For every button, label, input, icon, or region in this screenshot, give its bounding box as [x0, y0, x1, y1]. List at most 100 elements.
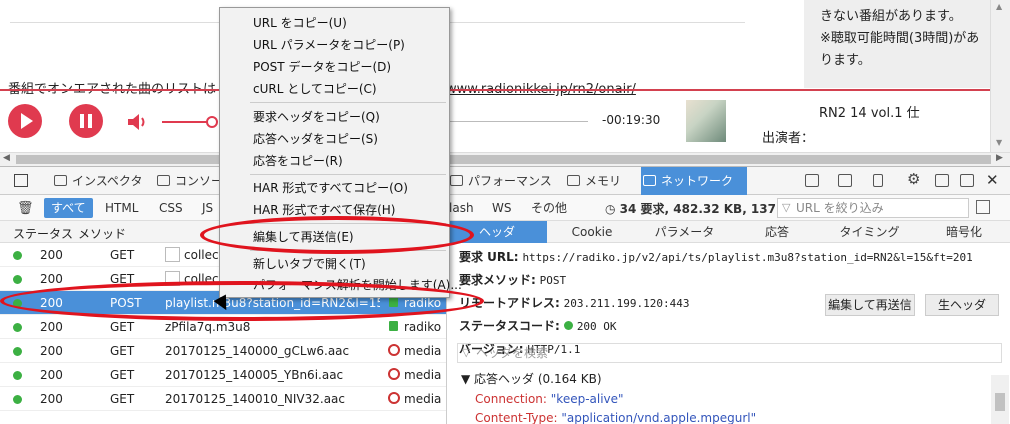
remaining-time: -00:19:30	[602, 113, 661, 127]
context-menu: URL をコピー(U) URL パラメータをコピー(P) POST データをコピ…	[219, 7, 462, 298]
table-row[interactable]: 200 GET 20170125_140005_YBn6i.aac media	[0, 363, 446, 387]
menu-copy-request-headers[interactable]: 要求ヘッダをコピー(Q)	[220, 106, 449, 128]
details-scrollbar[interactable]	[991, 375, 1009, 424]
status-ok-icon	[13, 251, 22, 260]
gear-icon[interactable]: ⚙	[907, 170, 920, 188]
responsive-design-icon[interactable]	[873, 174, 883, 187]
toggle-panel-icon[interactable]	[976, 200, 990, 214]
tab-label: パフォーマンス	[468, 174, 552, 188]
menu-copy-all-har[interactable]: HAR 形式ですべてコピー(O)	[220, 177, 449, 199]
tab-label: インスペクタ	[72, 174, 143, 188]
menu-separator	[250, 102, 446, 103]
filter-js[interactable]: JS	[195, 198, 220, 218]
play-button[interactable]	[8, 104, 42, 138]
tab-performance[interactable]: パフォーマンス	[448, 167, 552, 195]
annotation-oval-selected-row	[0, 281, 484, 321]
split-console-icon[interactable]	[838, 174, 852, 187]
scroll-left-icon[interactable]: ◀	[3, 153, 10, 163]
scroll-up-icon[interactable]: ▲	[996, 2, 1002, 11]
status-code-line: ステータスコード: 200 OK	[459, 317, 617, 334]
element-picker-icon[interactable]	[14, 174, 28, 187]
tab-response[interactable]: 応答	[732, 221, 822, 243]
insecure-icon	[388, 368, 400, 380]
url-filter-input[interactable]: ▽ URL を絞り込み	[777, 198, 969, 218]
request-url-label: 要求 URL:	[459, 250, 519, 264]
pause-button[interactable]	[69, 104, 103, 138]
menu-copy-response[interactable]: 応答をコピー(R)	[220, 150, 449, 172]
filter-all[interactable]: すべて	[44, 198, 93, 218]
row-method: GET	[110, 368, 135, 382]
menu-copy-as-curl[interactable]: cURL としてコピー(C)	[220, 78, 449, 100]
header-search-input[interactable]: ▽ ヘッダを検索	[457, 343, 1002, 363]
devtools-toolbar: インスペクタ コンソール パフォーマンス メモリ ネットワーク ⚙ ✕	[0, 167, 1010, 195]
response-headers-toggle[interactable]: ▼ 応答ヘッダ (0.164 KB)	[461, 370, 602, 387]
annotation-oval-resend	[200, 216, 474, 254]
page-horizontal-scrollbar[interactable]: ◀ ▶	[0, 152, 1010, 166]
separate-window-icon[interactable]	[960, 174, 974, 187]
scroll-down-icon[interactable]: ▼	[996, 138, 1002, 147]
close-icon[interactable]: ✕	[986, 171, 999, 189]
tab-network[interactable]: ネットワーク	[641, 167, 748, 195]
filter-other[interactable]: その他	[524, 198, 574, 218]
status-ok-icon	[13, 371, 22, 380]
chevron-down-icon: ▼	[461, 372, 475, 386]
request-method-label: 要求メソッド:	[459, 273, 536, 287]
menu-copy-url-params[interactable]: URL パラメータをコピー(P)	[220, 34, 449, 56]
insecure-icon	[388, 392, 400, 404]
trash-icon[interactable]: 🗑	[17, 201, 34, 216]
row-domain: media	[404, 344, 442, 358]
edit-resend-button[interactable]: 編集して再送信	[825, 294, 915, 316]
tab-inspector[interactable]: インスペクタ	[52, 167, 142, 195]
info-line: きない番組があります。	[820, 9, 962, 24]
filter-html[interactable]: HTML	[98, 198, 145, 218]
menu-copy-url[interactable]: URL をコピー(U)	[220, 12, 449, 34]
scrollbar-thumb[interactable]	[16, 155, 991, 164]
filter-ws[interactable]: WS	[485, 198, 518, 218]
table-row[interactable]: 200 GET 20170125_140000_gCLw6.aac media	[0, 339, 446, 363]
overflow-menu-icon[interactable]	[805, 174, 819, 187]
lock-icon	[389, 321, 398, 331]
remote-address-value: 203.211.199.120:443	[563, 297, 690, 310]
row-method: GET	[110, 248, 135, 262]
menu-copy-response-headers[interactable]: 応答ヘッダをコピー(S)	[220, 128, 449, 150]
request-url-line: 要求 URL: https://radiko.jp/v2/api/ts/play…	[459, 248, 973, 265]
tab-memory[interactable]: メモリ	[565, 167, 621, 195]
url-filter-placeholder: URL を絞り込み	[796, 201, 884, 215]
menu-separator	[250, 174, 446, 175]
memory-icon	[567, 175, 580, 186]
tab-security[interactable]: 暗号化	[917, 221, 1010, 243]
row-method: GET	[110, 344, 135, 358]
menu-copy-post-data[interactable]: POST データをコピー(D)	[220, 56, 449, 78]
volume-slider-track[interactable]	[162, 121, 207, 123]
row-domain: media	[404, 368, 442, 382]
page-vertical-scrollbar[interactable]: ▲ ▼	[990, 0, 1010, 152]
info-line: ります。	[820, 53, 871, 68]
seek-bar[interactable]	[450, 121, 588, 122]
request-method-line: 要求メソッド: POST	[459, 271, 566, 288]
tab-cookies[interactable]: Cookie	[547, 221, 637, 243]
scroll-right-icon[interactable]: ▶	[996, 153, 1003, 163]
row-file: 20170125_140000_gCLw6.aac	[165, 344, 350, 358]
scrollbar-thumb[interactable]	[995, 393, 1005, 411]
pause-icon	[80, 114, 84, 128]
raw-headers-button[interactable]: 生ヘッダ	[925, 294, 999, 316]
menu-open-new-tab[interactable]: 新しいタブで開く(T)	[220, 253, 449, 275]
tab-params[interactable]: パラメータ	[637, 221, 732, 243]
status-ok-icon	[13, 347, 22, 356]
volume-slider-handle[interactable]	[206, 116, 218, 128]
detail-tabs: ヘッダ Cookie パラメータ 応答 タイミング 暗号化	[447, 221, 1010, 243]
header-search-placeholder: ヘッダを検索	[476, 346, 549, 360]
volume-icon[interactable]	[128, 113, 150, 131]
column-status[interactable]: ステータス	[13, 225, 73, 242]
console-icon	[157, 175, 170, 186]
inspector-icon	[54, 175, 67, 186]
header-value: "keep-alive"	[550, 392, 624, 406]
tab-label: ネットワーク	[661, 174, 734, 188]
filter-css[interactable]: CSS	[152, 198, 190, 218]
table-row[interactable]: 200 GET 20170125_140010_NIV32.aac media	[0, 387, 446, 411]
tab-timings[interactable]: タイミング	[822, 221, 917, 243]
column-method[interactable]: メソッド	[78, 225, 126, 242]
performance-icon	[450, 175, 463, 186]
player-divider	[0, 89, 990, 91]
dock-side-icon[interactable]	[935, 174, 949, 187]
